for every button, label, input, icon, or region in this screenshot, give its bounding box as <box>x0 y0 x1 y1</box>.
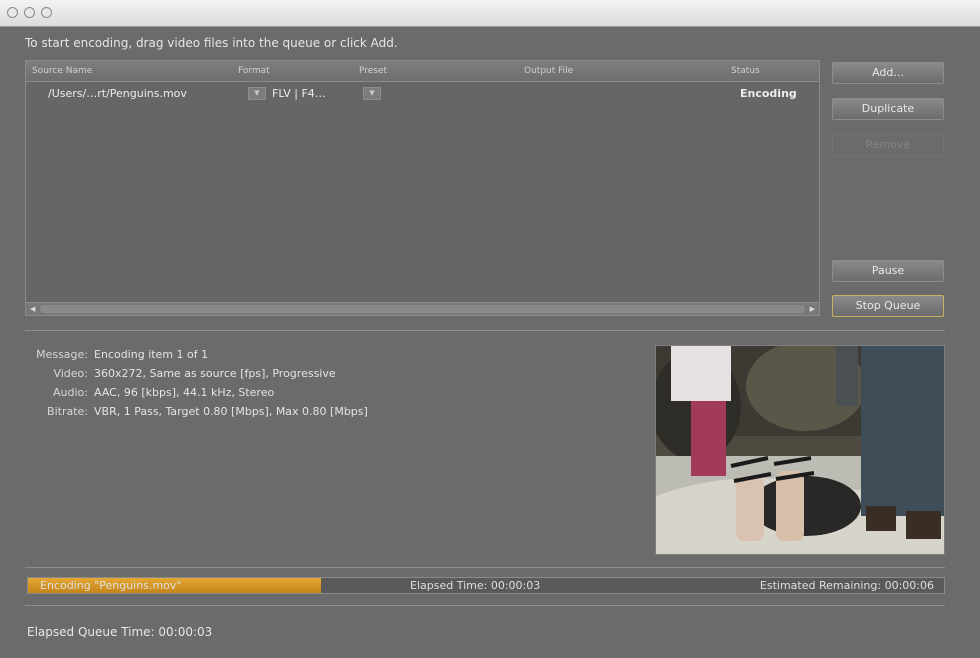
audio-label: Audio: <box>53 386 88 399</box>
zoom-window-button[interactable] <box>41 7 52 18</box>
divider <box>25 605 945 606</box>
duplicate-button[interactable]: Duplicate <box>832 98 944 120</box>
stop-queue-button[interactable]: Stop Queue <box>832 295 944 317</box>
video-label: Video: <box>53 367 88 380</box>
minimize-window-button[interactable] <box>24 7 35 18</box>
elapsed-queue-time: Elapsed Queue Time: 00:00:03 <box>27 625 213 639</box>
pause-button[interactable]: Pause <box>832 260 944 282</box>
remove-button[interactable]: Remove <box>832 134 944 156</box>
divider <box>25 330 945 331</box>
column-status[interactable]: Status <box>731 66 760 76</box>
title-bar <box>0 0 980 27</box>
preset-dropdown-arrow-icon[interactable]: ▼ <box>363 87 381 100</box>
column-source-name[interactable]: Source Name <box>32 66 92 76</box>
estimated-remaining: Estimated Remaining: 00:00:06 <box>759 579 934 592</box>
scroll-right-icon[interactable]: ▶ <box>810 303 815 315</box>
encoding-progress-bar: Encoding "Penguins.mov" Elapsed Time: 00… <box>27 577 945 594</box>
progress-label: Encoding "Penguins.mov" <box>40 579 182 592</box>
bitrate-label: Bitrate: <box>47 405 88 418</box>
queue-table[interactable]: Source Name Format Preset Output File St… <box>25 60 820 316</box>
bitrate-value: VBR, 1 Pass, Target 0.80 [Mbps], Max 0.8… <box>94 405 368 418</box>
queue-header: Source Name Format Preset Output File St… <box>26 61 819 82</box>
format-cell[interactable]: FLV | F4… <box>272 87 326 100</box>
divider <box>25 567 945 568</box>
preview-frame-image <box>656 346 944 554</box>
close-window-button[interactable] <box>7 7 18 18</box>
add-button[interactable]: Add... <box>832 62 944 84</box>
column-output-file[interactable]: Output File <box>524 66 573 76</box>
column-format[interactable]: Format <box>238 66 270 76</box>
scroll-left-icon[interactable]: ◀ <box>30 303 35 315</box>
status-cell: Encoding <box>740 87 797 100</box>
message-label: Message: <box>36 348 88 361</box>
scrollbar-track[interactable] <box>40 305 805 313</box>
instructions-text: To start encoding, drag video files into… <box>25 36 398 50</box>
elapsed-time: Elapsed Time: 00:00:03 <box>410 579 541 592</box>
format-dropdown-arrow-icon[interactable]: ▼ <box>248 87 266 100</box>
column-preset[interactable]: Preset <box>359 66 387 76</box>
source-name-cell: /Users/…rt/Penguins.mov <box>48 87 187 100</box>
video-value: 360x272, Same as source [fps], Progressi… <box>94 367 336 380</box>
message-value: Encoding item 1 of 1 <box>94 348 209 361</box>
horizontal-scrollbar[interactable]: ◀ ▶ <box>26 302 819 315</box>
audio-value: AAC, 96 [kbps], 44.1 kHz, Stereo <box>94 386 275 399</box>
video-preview <box>655 345 945 555</box>
table-row[interactable]: /Users/…rt/Penguins.mov ▼ FLV | F4… ▼ En… <box>26 83 819 103</box>
